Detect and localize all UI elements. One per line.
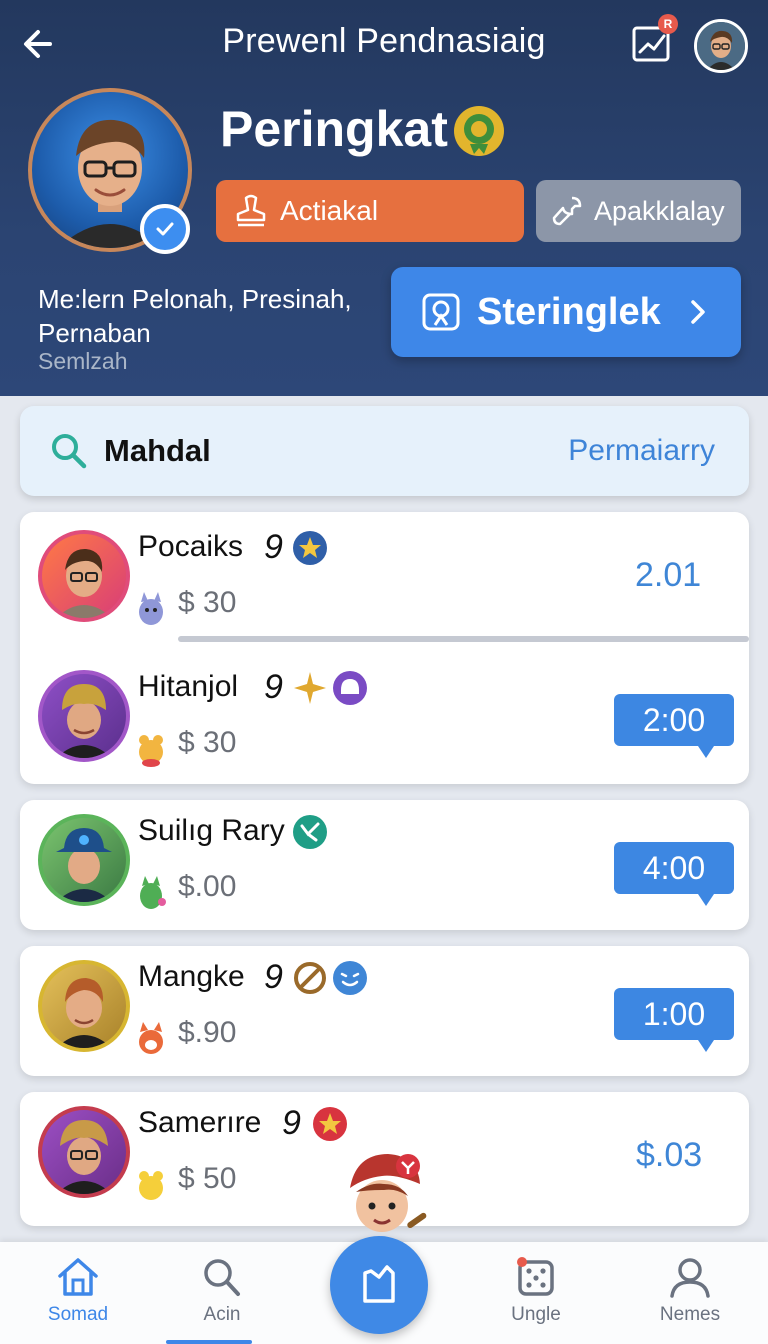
check-icon: [156, 222, 174, 236]
list-item[interactable]: Hitanjol 9 $ 30 2:00: [20, 652, 749, 792]
player-card: Suilıg Rary $.00 4:00: [20, 800, 749, 930]
pet-icon: [139, 735, 163, 767]
nav-label-profile: Nemes: [659, 1304, 721, 1325]
pet-icon: [139, 592, 163, 625]
search-query[interactable]: Mahdal: [104, 433, 211, 469]
player-name: Hitanjol: [138, 670, 239, 703]
player-name: Suilıg Rary: [138, 814, 285, 847]
active-button-label: Actiakal: [280, 195, 379, 226]
pet-icon: [140, 876, 166, 909]
running-badge-icon: [293, 815, 327, 849]
nav-item-search[interactable]: Acin: [162, 1256, 282, 1326]
player-avatar: [38, 960, 130, 1052]
player-portrait: [56, 684, 112, 758]
create-fab-button[interactable]: [330, 1236, 428, 1334]
rank-title: Peringkat: [220, 101, 448, 157]
list-item[interactable]: Pocaiks 9 $ 30 2.01: [20, 512, 749, 652]
star-badge-icon: [313, 1107, 347, 1141]
sparkle-badge-icon: [294, 672, 326, 704]
nav-label-search: Acin: [203, 1304, 241, 1325]
mascot-icon: [350, 1154, 427, 1232]
badge-icon: [422, 293, 460, 331]
player-level: 9: [282, 1104, 301, 1142]
app-title: Prewenl Pendnasiaig: [222, 22, 546, 60]
face-badge-icon: [333, 961, 367, 995]
player-name: Pocaiks: [138, 530, 244, 563]
arrow-left-icon: [24, 30, 52, 58]
time-bubble[interactable]: 4:00: [614, 842, 734, 906]
home-icon: [58, 1258, 98, 1296]
verified-badge: [140, 204, 190, 254]
player-money: $ 30: [178, 726, 237, 759]
player-avatar: [38, 1106, 130, 1198]
player-card: Mangke 9 $.90 1:00: [20, 946, 749, 1076]
player-name: Mangke: [138, 960, 245, 993]
player-avatar: [38, 814, 130, 906]
player-portrait: [56, 1120, 112, 1194]
row-divider: [178, 636, 749, 642]
player-money: $.90: [178, 1016, 237, 1049]
player-score: $.03: [636, 1136, 703, 1174]
apply-button-label: Apakklalay: [594, 195, 725, 226]
profile-subtitle: Semlzah: [38, 348, 128, 374]
search-bar[interactable]: Mahdal Permaiarry: [20, 406, 749, 496]
player-portrait: [56, 548, 112, 618]
ranking-cta-label: Steringlek: [477, 290, 661, 333]
nav-active-indicator: [166, 1340, 252, 1344]
avatar-portrait: [697, 22, 745, 70]
pet-icon: [139, 1022, 163, 1054]
filter-link[interactable]: Permaiarry: [568, 434, 715, 468]
list-item[interactable]: Suilıg Rary $.00 4:00: [20, 796, 749, 936]
nav-label-games: Ungle: [511, 1304, 561, 1325]
player-portrait: [56, 978, 112, 1048]
player-portrait: [56, 828, 112, 902]
player-avatar: [38, 530, 130, 622]
profile-header: Prewenl Pendnasiaig R Peringkat Actiakal…: [0, 0, 768, 396]
apply-button[interactable]: Apakklalay: [536, 180, 741, 242]
nav-item-home[interactable]: Somad: [18, 1256, 138, 1326]
player-avatar: [38, 670, 130, 762]
active-button[interactable]: Actiakal: [216, 180, 524, 242]
profile-description: Me:lern Pelonah, Presinah, Pernaban: [38, 284, 352, 348]
nav-item-games[interactable]: Ungle: [476, 1256, 596, 1326]
time-bubble[interactable]: 2:00: [614, 694, 734, 758]
helmet-badge-icon: [333, 671, 367, 705]
chevron-right-icon: [691, 300, 705, 324]
user-icon: [670, 1258, 710, 1298]
nav-item-profile[interactable]: Nemes: [630, 1256, 750, 1326]
list-item[interactable]: Mangke 9 $.90 1:00: [20, 942, 749, 1082]
back-button[interactable]: [20, 22, 64, 66]
search-icon: [204, 1259, 240, 1296]
search-icon: [52, 434, 87, 469]
player-name: Samerıre: [138, 1106, 262, 1139]
player-money: $.00: [178, 870, 237, 903]
top-bar: Prewenl Pendnasiaig R: [0, 0, 768, 90]
stamp-icon: [236, 194, 266, 227]
dice-icon: [517, 1257, 554, 1296]
player-card-group: Pocaiks 9 $ 30 2.01 Hitanjol 9 $ 30 2:00: [20, 512, 749, 784]
player-level: 9: [264, 958, 283, 996]
player-money: $ 50: [178, 1162, 237, 1195]
medal-icon: [454, 106, 504, 156]
no-entry-badge-icon: [294, 962, 326, 994]
player-money: $ 30: [178, 586, 237, 619]
time-bubble[interactable]: 1:00: [614, 988, 734, 1052]
player-level: 9: [264, 528, 283, 566]
pet-icon: [139, 1171, 163, 1200]
flag-icon: [363, 1265, 395, 1303]
player-level: 9: [264, 668, 283, 706]
star-badge-icon: [293, 531, 327, 565]
player-score: 2.01: [635, 556, 702, 594]
user-avatar[interactable]: [694, 19, 748, 73]
nav-label-home: Somad: [47, 1304, 109, 1325]
ranking-cta-button[interactable]: Steringlek: [391, 267, 741, 357]
notification-badge: R: [658, 14, 678, 34]
wrench-icon: [552, 196, 582, 226]
